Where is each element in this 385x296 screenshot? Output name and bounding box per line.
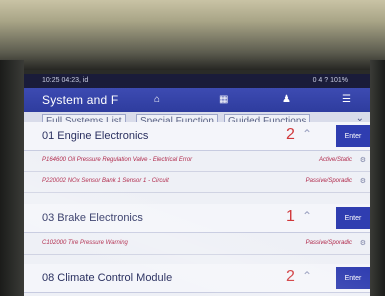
chevron-up-icon[interactable]: ⌃ <box>302 209 312 223</box>
fault-count: 1 <box>286 208 295 225</box>
fault-code-row: C102000 Tire Pressure Warning Passive/Sp… <box>24 234 370 255</box>
module-row-brake[interactable]: 03 Brake Electronics 1 ⌃ Enter <box>24 204 370 233</box>
module-name: 03 Brake Electronics <box>42 212 143 224</box>
fault-count: 2 <box>286 126 295 143</box>
fault-code-row: P164600 Oil Pressure Regulation Valve - … <box>24 151 370 172</box>
device-bezel-top <box>0 0 385 70</box>
module-row-engine[interactable]: 01 Engine Electronics 2 ⌃ Enter <box>24 122 370 151</box>
page-title: System and F <box>42 93 119 107</box>
chevron-up-icon[interactable]: ⌃ <box>302 127 312 141</box>
status-indicators: 0 4 ? 101% <box>312 77 348 84</box>
gear-icon[interactable]: ⚙ <box>360 239 366 247</box>
fault-status: Passive/Sporadic <box>305 240 352 246</box>
fault-description: C102000 Tire Pressure Warning <box>42 240 128 246</box>
tablet-screen: 10:25 04:23, id 0 4 ? 101% System and F … <box>24 74 370 296</box>
user-icon[interactable]: ♟ <box>282 94 291 105</box>
home-icon[interactable]: ⌂ <box>154 94 160 105</box>
fault-code-row: P220002 NOx Sensor Bank 1 Sensor 1 - Cir… <box>24 172 370 193</box>
fault-description: P164600 Oil Pressure Regulation Valve - … <box>42 157 193 163</box>
enter-button[interactable]: Enter <box>336 125 370 147</box>
enter-button[interactable]: Enter <box>336 207 370 229</box>
fault-count: 2 <box>286 268 295 285</box>
menu-icon[interactable]: ☰ <box>342 94 351 105</box>
chevron-up-icon[interactable]: ⌃ <box>302 269 312 283</box>
fault-description: P220002 NOx Sensor Bank 1 Sensor 1 - Cir… <box>42 178 169 184</box>
fault-status: Passive/Sporadic <box>305 178 352 184</box>
enter-button[interactable]: Enter <box>336 267 370 289</box>
gear-icon[interactable]: ⚙ <box>360 156 366 164</box>
report-icon[interactable]: ▦ <box>219 94 228 105</box>
module-name: 01 Engine Electronics <box>42 130 149 142</box>
gear-icon[interactable]: ⚙ <box>360 177 366 185</box>
module-row-climate[interactable]: 08 Climate Control Module 2 ⌃ Enter <box>24 264 370 293</box>
device-bezel-right <box>370 60 385 296</box>
status-bar: 10:25 04:23, id 0 4 ? 101% <box>24 74 370 88</box>
module-name: 08 Climate Control Module <box>42 272 173 284</box>
status-time: 10:25 04:23, id <box>42 77 89 84</box>
fault-status: Active/Static <box>318 157 352 163</box>
top-nav-bar: System and F ⌂ ▦ ♟ ☰ <box>24 88 370 112</box>
device-bezel-left <box>0 60 24 296</box>
